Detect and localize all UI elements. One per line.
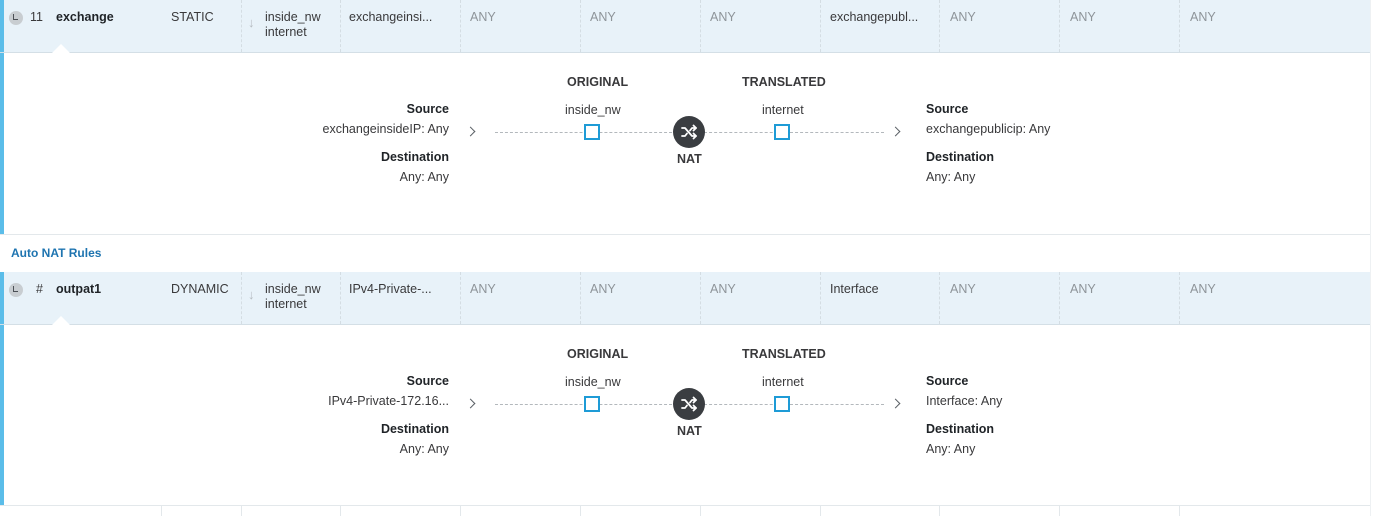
original-interface: inside_nw — [565, 375, 621, 389]
rule-type: DYNAMIC — [171, 282, 229, 296]
original-interface: inside_nw — [565, 103, 621, 117]
translated-interface: internet — [762, 375, 804, 389]
original-header: ORIGINAL — [567, 347, 629, 361]
shuffle-icon — [673, 388, 705, 420]
translated-destination-cell: ANY — [950, 282, 976, 296]
row-accent-bar — [0, 0, 4, 52]
left-source-value: IPv4-Private-172.16... — [328, 394, 449, 408]
chevron-right-icon — [890, 126, 901, 137]
down-arrow-icon: ↓ — [248, 15, 255, 30]
original-source-cell: exchangeinsi... — [349, 10, 433, 24]
translated-source-cell: exchangepubl... — [830, 10, 919, 24]
original-port-cell: ANY — [710, 282, 736, 296]
chevron-right-icon — [465, 126, 476, 137]
chevron-right-icon — [890, 398, 901, 409]
table-footer-divider — [0, 505, 1370, 506]
original-interface-node-icon — [584, 396, 600, 412]
nat-label: NAT — [677, 152, 702, 166]
right-destination-value: Any: Any — [926, 170, 976, 184]
rule-number: 11 — [30, 10, 43, 24]
rule-detail-panel: ORIGINAL TRANSLATED inside_nw internet S… — [0, 325, 1370, 506]
left-destination-label: Destination — [380, 150, 449, 164]
left-source-label: Source — [406, 102, 449, 116]
translated-service-cell: ANY — [1070, 282, 1096, 296]
nat-label: NAT — [677, 424, 702, 438]
destination-interface: internet — [265, 25, 307, 39]
shuffle-icon — [673, 116, 705, 148]
rule-name[interactable]: outpat1 — [56, 282, 101, 297]
scrollbar-track[interactable] — [1370, 0, 1382, 516]
original-destination-cell: ANY — [470, 282, 496, 296]
original-service-cell: ANY — [590, 10, 616, 24]
translated-interface-node-icon — [774, 124, 790, 140]
translated-service-cell: ANY — [1070, 10, 1096, 24]
nat-rule-row[interactable]: 11 exchange STATIC ↓ inside_nw internet … — [0, 0, 1370, 53]
rule-name[interactable]: exchange — [56, 10, 114, 25]
right-source-value: exchangepublicip: Any — [926, 122, 1051, 136]
original-destination-cell: ANY — [470, 10, 496, 24]
original-interface-node-icon — [584, 124, 600, 140]
left-destination-value: Any: Any — [399, 170, 449, 184]
left-source-value: exchangeinsideIP: Any — [322, 122, 449, 136]
right-source-label: Source — [926, 102, 969, 116]
original-service-cell: ANY — [590, 282, 616, 296]
right-destination-value: Any: Any — [926, 442, 976, 456]
original-port-cell: ANY — [710, 10, 736, 24]
source-interface: inside_nw — [265, 10, 321, 24]
collapse-toggle-icon[interactable] — [9, 283, 23, 297]
row-accent-bar — [0, 272, 4, 324]
destination-interface: internet — [265, 297, 307, 311]
auto-nat-rules-section-title[interactable]: Auto NAT Rules — [11, 246, 101, 260]
left-destination-value: Any: Any — [399, 442, 449, 456]
chevron-right-icon — [465, 398, 476, 409]
translated-destination-cell: ANY — [950, 10, 976, 24]
source-interface: inside_nw — [265, 282, 321, 296]
rule-detail-panel: ORIGINAL TRANSLATED inside_nw internet S… — [0, 53, 1370, 235]
right-destination-label: Destination — [926, 422, 995, 436]
translated-interface-node-icon — [774, 396, 790, 412]
original-header: ORIGINAL — [567, 75, 629, 89]
rule-number: # — [36, 282, 43, 296]
rule-type: STATIC — [171, 10, 214, 24]
right-source-label: Source — [926, 374, 969, 388]
nat-rule-row[interactable]: # outpat1 DYNAMIC ↓ inside_nw internet I… — [0, 272, 1370, 325]
original-source-cell: IPv4-Private-... — [349, 282, 432, 296]
translated-header: TRANSLATED — [742, 347, 826, 361]
translated-port-cell: ANY — [1190, 282, 1216, 296]
left-source-label: Source — [406, 374, 449, 388]
collapse-toggle-icon[interactable] — [9, 11, 23, 25]
left-destination-label: Destination — [380, 422, 449, 436]
right-destination-label: Destination — [926, 150, 995, 164]
translated-interface: internet — [762, 103, 804, 117]
translated-source-cell: Interface — [830, 282, 879, 296]
down-arrow-icon: ↓ — [248, 287, 255, 302]
translated-header: TRANSLATED — [742, 75, 826, 89]
right-source-value: Interface: Any — [926, 394, 1003, 408]
translated-port-cell: ANY — [1190, 10, 1216, 24]
